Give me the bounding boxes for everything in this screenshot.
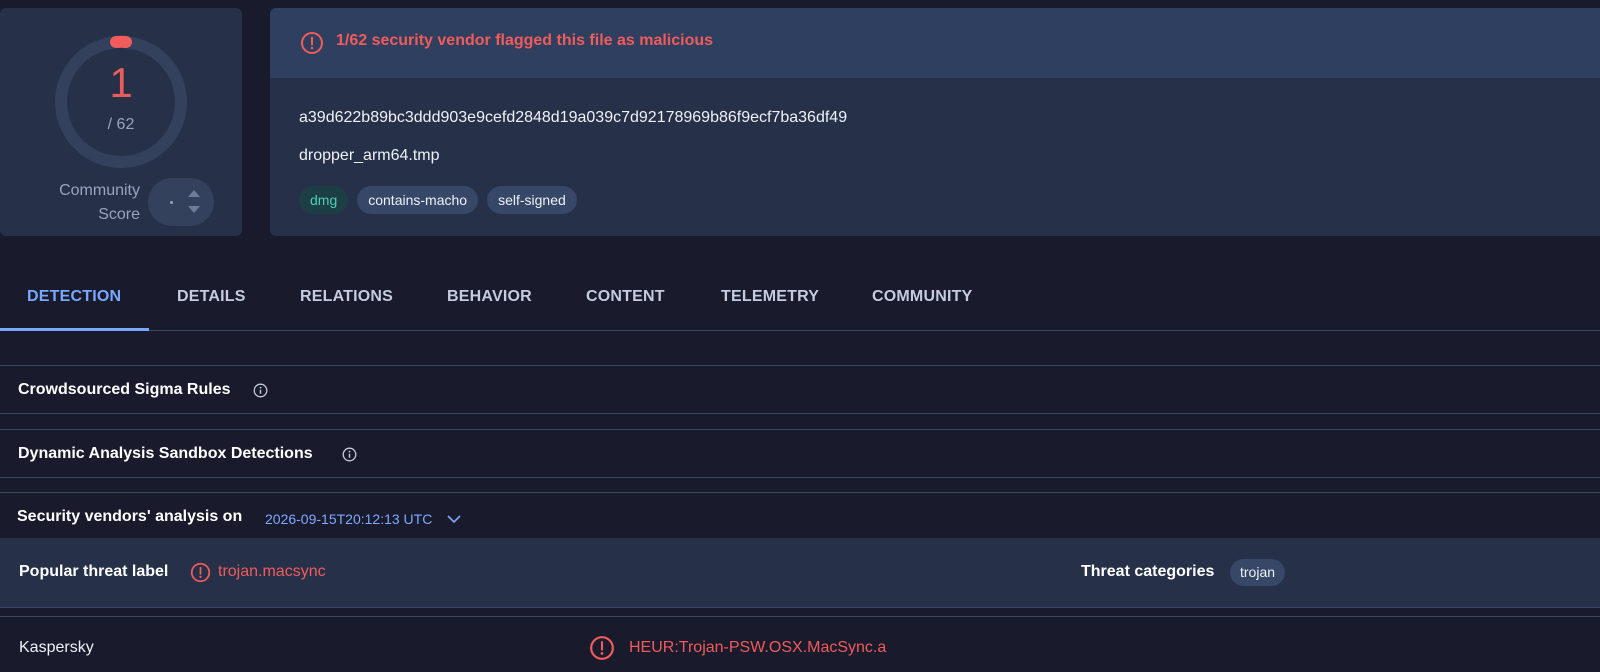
- tab-telemetry[interactable]: TELEMETRY: [721, 288, 819, 306]
- sigma-rules-title: Crowdsourced Sigma Rules: [18, 381, 231, 398]
- sandbox-detections-section[interactable]: Dynamic Analysis Sandbox Detections: [0, 429, 1600, 478]
- malicious-alert-text: 1/62 security vendor flagged this file a…: [336, 32, 714, 49]
- vote-up-icon[interactable]: [188, 190, 200, 197]
- community-score-stepper[interactable]: [148, 178, 214, 226]
- active-tab-indicator: [0, 328, 149, 331]
- file-info-card: 1/62 security vendor flagged this file a…: [270, 8, 1600, 236]
- file-name: dropper_arm64.tmp: [299, 147, 440, 164]
- tab-detection[interactable]: DETECTION: [27, 288, 121, 306]
- detection-score-card: 1 / 62 Community Score: [0, 8, 242, 236]
- tab-relations[interactable]: RELATIONS: [300, 288, 393, 306]
- tab-behavior[interactable]: BEHAVIOR: [447, 288, 532, 306]
- file-report-page: 1 / 62 Community Score 1/62 security ven…: [0, 0, 1600, 672]
- vendor-detection-result: HEUR:Trojan-PSW.OSX.MacSync.a: [629, 639, 887, 656]
- exclamation-circle-icon: [190, 562, 211, 583]
- analysis-date-dropdown[interactable]: 2026-09-15T20:12:13 UTC: [265, 511, 432, 527]
- detection-gauge: 1 / 62: [53, 34, 189, 170]
- chevron-down-icon[interactable]: [446, 514, 462, 524]
- tab-community[interactable]: COMMUNITY: [872, 288, 972, 306]
- malicious-alert-bar: 1/62 security vendor flagged this file a…: [270, 8, 1600, 78]
- exclamation-circle-icon: [301, 32, 323, 54]
- community-score-label: Community Score: [59, 182, 140, 223]
- vendor-name: Kaspersky: [19, 639, 94, 656]
- tab-content[interactable]: CONTENT: [586, 288, 665, 306]
- vendors-analysis-header: Security vendors' analysis on 2026-09-15…: [0, 492, 1600, 539]
- community-score-value: [170, 201, 173, 204]
- threat-category-tag[interactable]: trojan: [1230, 559, 1286, 586]
- popular-threat-value[interactable]: trojan.macsync: [218, 563, 326, 581]
- detection-total: / 62: [107, 116, 135, 133]
- popular-threat-label: Popular threat label: [19, 563, 169, 580]
- vendors-analysis-title: Security vendors' analysis on: [17, 508, 243, 525]
- detection-count: 1: [109, 59, 133, 106]
- tag-contains-macho[interactable]: contains-macho: [357, 186, 479, 214]
- tag-dmg[interactable]: dmg: [299, 186, 349, 214]
- sandbox-detections-title: Dynamic Analysis Sandbox Detections: [18, 445, 313, 462]
- report-tabs: DETECTION DETAILS RELATIONS BEHAVIOR CON…: [0, 276, 1600, 331]
- sigma-rules-section[interactable]: Crowdsourced Sigma Rules: [0, 365, 1600, 414]
- exclamation-circle-icon: [590, 636, 614, 660]
- info-circle-icon[interactable]: [342, 447, 357, 462]
- file-tags: dmg contains-macho self-signed: [299, 186, 577, 214]
- tag-self-signed[interactable]: self-signed: [487, 186, 577, 214]
- vote-down-icon[interactable]: [188, 206, 200, 213]
- info-circle-icon[interactable]: [253, 383, 268, 398]
- tab-details[interactable]: DETAILS: [177, 288, 246, 306]
- popular-threat-row: Popular threat label trojan.macsync Thre…: [0, 538, 1600, 608]
- threat-categories-label: Threat categories: [1081, 563, 1215, 580]
- file-hash[interactable]: a39d622b89bc3ddd903e9cefd2848d19a039c7d9…: [299, 109, 847, 127]
- vendor-result-row: Kaspersky HEUR:Trojan-PSW.OSX.MacSync.a: [0, 616, 1600, 672]
